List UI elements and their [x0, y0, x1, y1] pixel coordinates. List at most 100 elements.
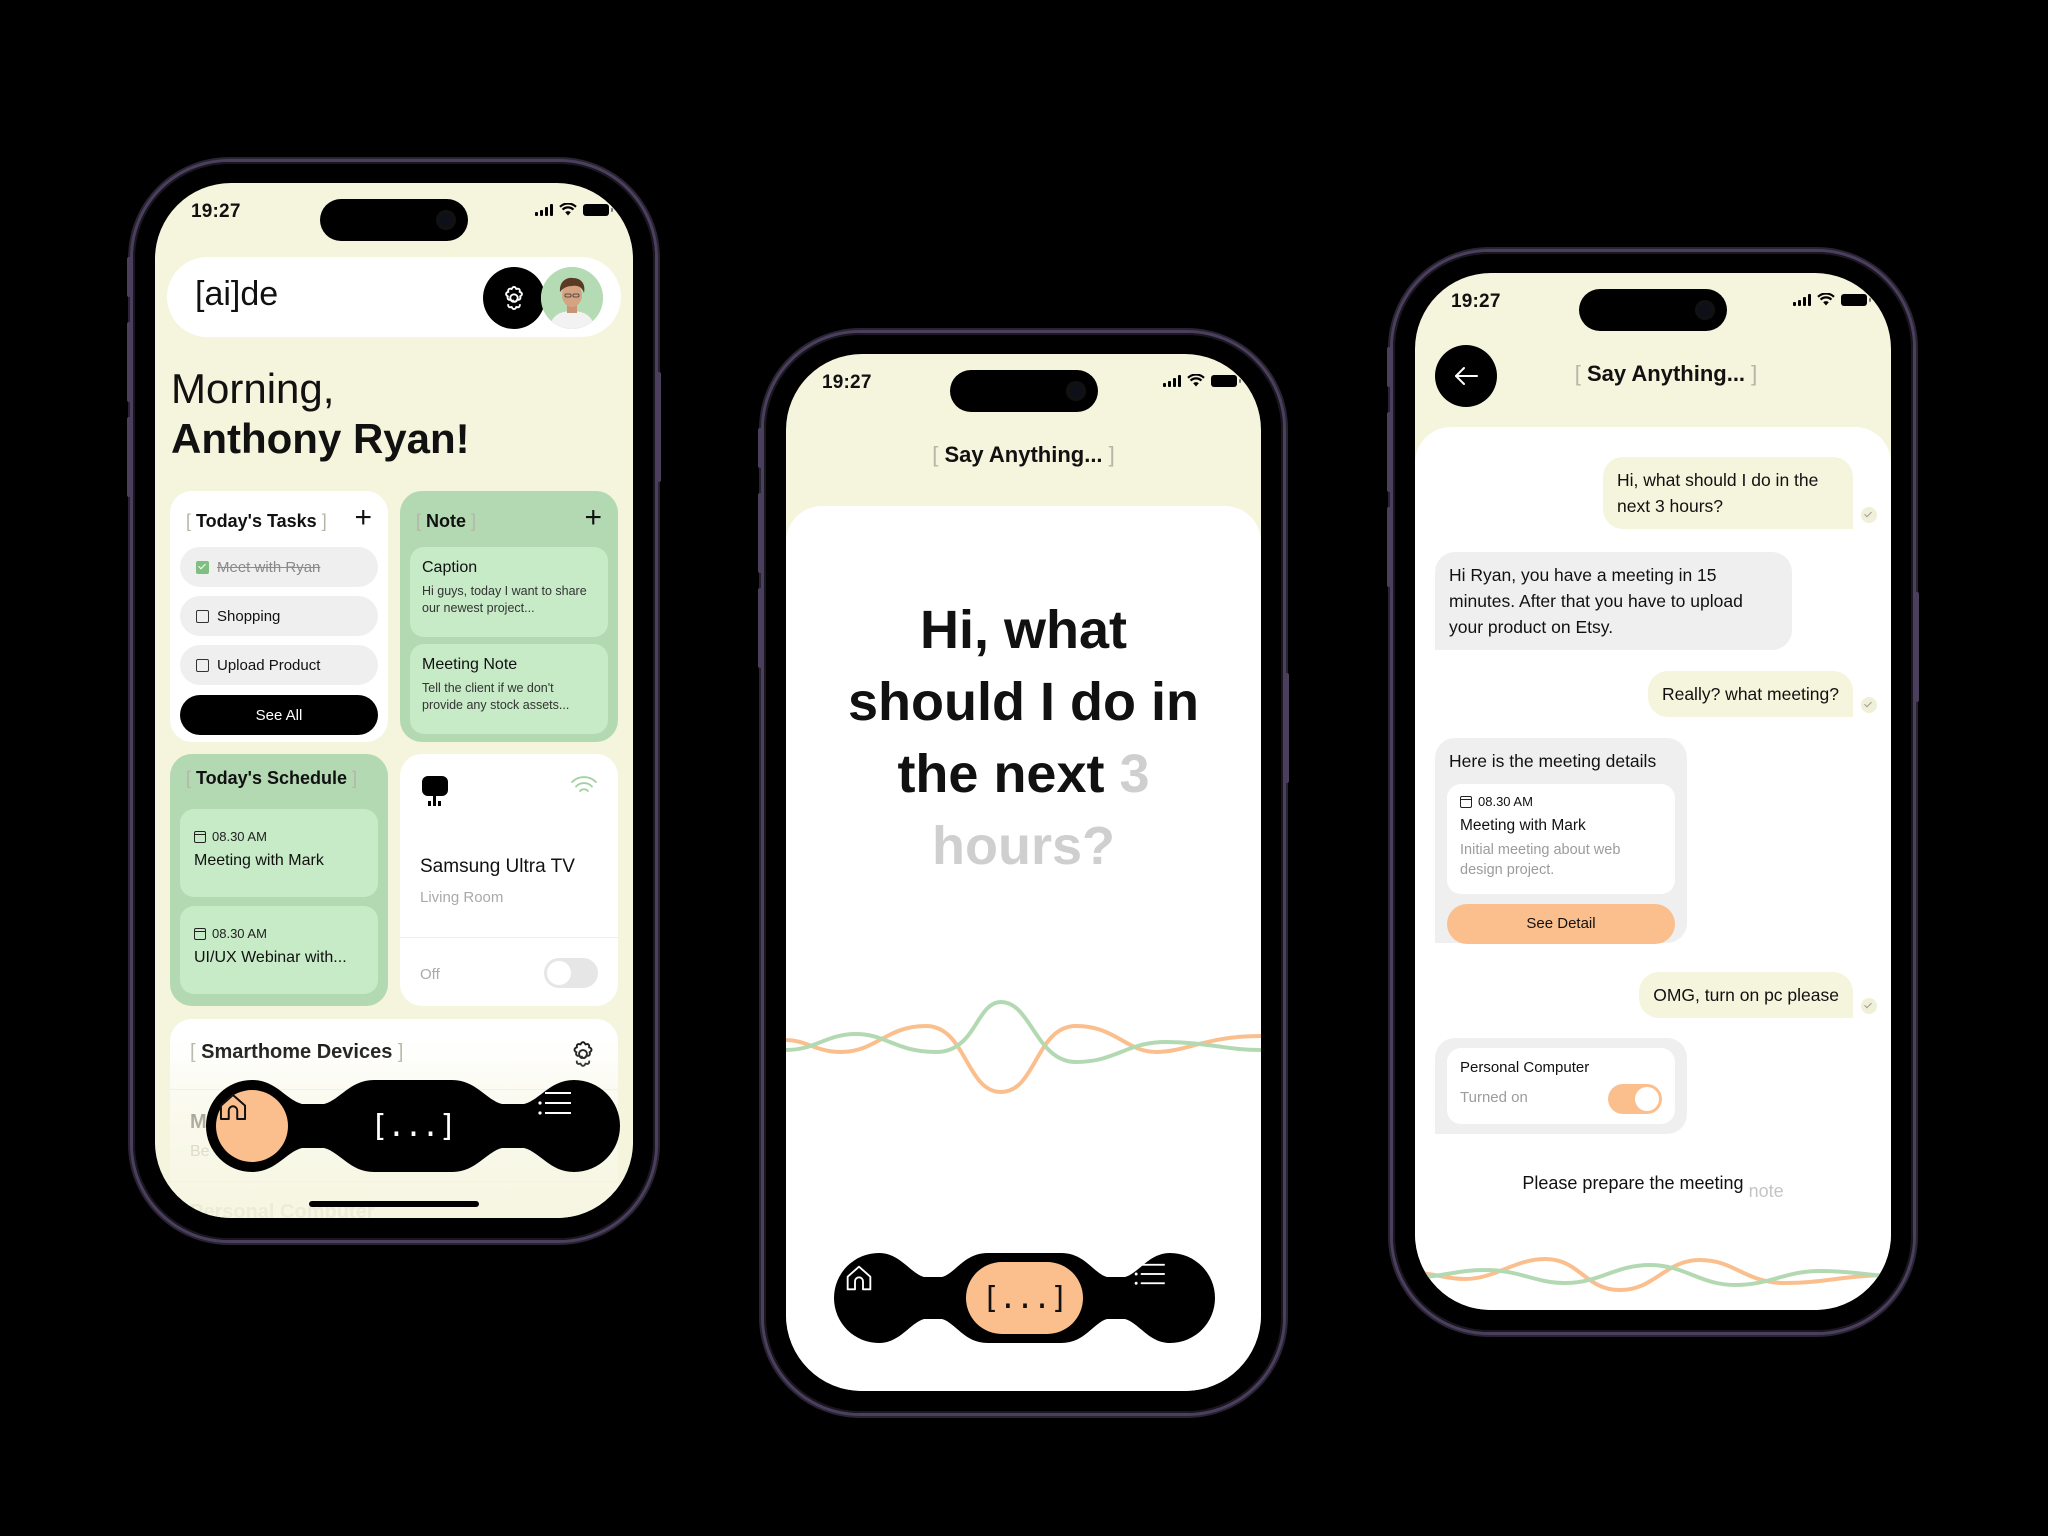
chat-message-bot: Here is the meeting details 08.30 AM Mee…	[1435, 738, 1687, 944]
home-screen: 19:27 [ai]de Morning, Anthony Ryan! [To…	[155, 183, 633, 1218]
calendar-icon	[194, 927, 206, 940]
voice-waveform	[1415, 1256, 1891, 1293]
volume-up-button	[758, 493, 762, 573]
read-check-icon	[1861, 507, 1877, 523]
status-time: 19:27	[822, 372, 872, 393]
pc-power-toggle[interactable]	[1608, 1084, 1662, 1114]
device-card-pc[interactable]: Personal Computer Turned on	[1447, 1048, 1675, 1124]
note-item[interactable]: Meeting Note Tell the client if we don't…	[410, 644, 608, 734]
list-icon	[1134, 1263, 1165, 1285]
bottom-nav: [...]	[206, 1080, 620, 1172]
phone-chat: 19:27 [ Say Anything... ] Hi, what shoul…	[1387, 252, 1919, 1332]
checkbox-checked[interactable]	[196, 560, 209, 574]
action-button	[127, 257, 131, 297]
device-name: Samsung Ultra TV	[420, 856, 575, 877]
action-button	[758, 428, 762, 468]
volume-down-button	[758, 588, 762, 668]
divider	[400, 937, 618, 938]
power-button	[1915, 592, 1919, 702]
home-icon	[846, 1265, 872, 1291]
schedule-card: [ Today's Schedule ] 08.30 AM Meeting wi…	[170, 754, 388, 1006]
home-icon	[219, 1093, 247, 1121]
tv-power-toggle[interactable]	[544, 958, 598, 988]
chat-message-user: Really? what meeting?	[1647, 671, 1853, 717]
screen-title: [ Say Anything... ]	[932, 442, 1115, 467]
battery-icon	[1211, 374, 1241, 387]
nav-assistant-button[interactable]: [...]	[966, 1262, 1083, 1334]
meeting-card[interactable]: 08.30 AM Meeting with Mark Initial meeti…	[1447, 784, 1675, 894]
status-time: 19:27	[1451, 291, 1501, 312]
note-title: [ Note ]	[416, 511, 477, 531]
volume-up-button	[127, 322, 131, 402]
signal-icon	[535, 203, 553, 216]
task-item[interactable]: Meet with Ryan	[180, 547, 378, 587]
gear-icon	[505, 285, 523, 311]
voice-sheet: Hi, what should I do in the next 3 hours…	[786, 506, 1261, 1391]
phone-home: 19:27 [ai]de Morning, Anthony Ryan! [To…	[127, 162, 661, 1240]
signal-icon	[1163, 374, 1181, 387]
live-transcript: Please prepare the meeting note	[1522, 1173, 1784, 1201]
checkbox[interactable]	[196, 658, 209, 672]
nav-assistant-button[interactable]: [...]	[356, 1090, 470, 1162]
dynamic-island	[320, 199, 468, 241]
dynamic-island	[1579, 289, 1727, 331]
see-all-button[interactable]: See All	[180, 695, 378, 735]
avatar-portrait	[541, 267, 603, 329]
status-icons	[535, 203, 613, 216]
task-item[interactable]: Shopping	[180, 596, 378, 636]
chat-sheet: Hi, what should I do in the next 3 hours…	[1415, 427, 1891, 1310]
calendar-icon	[194, 830, 206, 843]
status-icons	[1793, 293, 1871, 306]
schedule-item[interactable]: 08.30 AM Meeting with Mark	[180, 809, 378, 897]
app-header: [ai]de	[167, 257, 621, 337]
task-item[interactable]: Upload Product	[180, 645, 378, 685]
tasks-title: [ Today's Tasks ]	[186, 511, 327, 531]
nav-home-button[interactable]	[843, 1262, 915, 1334]
screen-title: [ Say Anything... ]	[1574, 361, 1758, 386]
battery-icon	[583, 203, 613, 216]
monitor-icon	[422, 776, 448, 801]
status-icons	[1163, 374, 1241, 387]
wave-green	[786, 999, 1261, 1065]
read-check-icon	[1861, 697, 1877, 713]
see-detail-button[interactable]: See Detail	[1447, 904, 1675, 944]
nav-home-button[interactable]	[216, 1090, 288, 1162]
chat-message-user: OMG, turn on pc please	[1639, 972, 1853, 1018]
signal-icon	[1793, 293, 1811, 306]
chat-message-bot: Personal Computer Turned on	[1435, 1038, 1687, 1134]
voice-screen: 19:27 [ Say Anything... ] Hi, what shoul…	[786, 354, 1261, 1391]
read-check-icon	[1861, 998, 1877, 1014]
app-logo: [ai]de	[195, 275, 279, 313]
greeting-line-1: Morning,	[171, 365, 335, 412]
device-room: Living Room	[420, 889, 504, 906]
nav-menu-button[interactable]	[1134, 1262, 1206, 1334]
user-avatar[interactable]	[541, 267, 603, 329]
schedule-title: [ Today's Schedule ]	[186, 768, 358, 788]
volume-down-button	[1387, 507, 1391, 587]
calendar-icon	[1460, 796, 1472, 808]
list-icon	[538, 1091, 571, 1115]
bottom-nav: [...]	[834, 1253, 1215, 1343]
checkbox[interactable]	[196, 609, 209, 623]
chat-message-user: Hi, what should I do in the next 3 hours…	[1603, 457, 1853, 529]
status-time: 19:27	[191, 201, 241, 222]
wifi-icon	[1817, 293, 1835, 306]
action-button	[1387, 347, 1391, 387]
wifi-icon	[1187, 374, 1205, 387]
note-item[interactable]: Caption Hi guys, today I want to share o…	[410, 547, 608, 637]
power-button	[1285, 673, 1289, 783]
greeting-line-2: Anthony Ryan!	[171, 415, 470, 462]
note-card: [ Note ] + Caption Hi guys, today I want…	[400, 491, 618, 742]
schedule-item[interactable]: 08.30 AM UI/UX Webinar with...	[180, 906, 378, 994]
tasks-card: [ Today's Tasks ] + Meet with Ryan Shopp…	[170, 491, 388, 742]
device-state: Off	[420, 966, 440, 983]
wifi-icon	[559, 203, 577, 216]
settings-button[interactable]	[483, 267, 545, 329]
add-note-button[interactable]: +	[584, 503, 602, 533]
home-indicator	[309, 1201, 479, 1207]
nav-menu-button[interactable]	[538, 1090, 610, 1162]
power-button	[657, 372, 661, 482]
wifi-icon	[571, 776, 597, 792]
device-card-tv[interactable]: Samsung Ultra TV Living Room Off	[400, 754, 618, 1006]
add-task-button[interactable]: +	[354, 503, 372, 533]
